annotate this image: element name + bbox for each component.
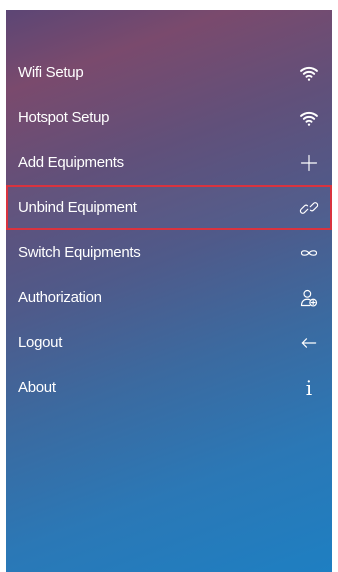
menu-item-add-equipments[interactable]: Add Equipments (6, 140, 332, 185)
arrow-left-icon (298, 332, 320, 354)
menu-item-unbind-equipment[interactable]: Unbind Equipment (6, 185, 332, 230)
menu-item-label: Add Equipments (18, 154, 124, 171)
user-add-icon (298, 287, 320, 309)
unlink-icon (298, 197, 320, 219)
menu-item-switch-equipments[interactable]: Switch Equipments (6, 230, 332, 275)
side-menu-panel: Wifi Setup Hotspot Setup Add Equipments … (6, 10, 332, 572)
info-icon: i (305, 375, 313, 400)
wifi-icon (298, 62, 320, 84)
menu-item-hotspot-setup[interactable]: Hotspot Setup (6, 95, 332, 140)
menu-item-authorization[interactable]: Authorization (6, 275, 332, 320)
menu-item-label: Switch Equipments (18, 244, 141, 261)
menu-item-label: Logout (18, 334, 63, 351)
menu-item-wifi-setup[interactable]: Wifi Setup (6, 50, 332, 95)
menu-item-label: About (18, 379, 56, 396)
menu-item-logout[interactable]: Logout (6, 320, 332, 365)
menu-item-label: Wifi Setup (18, 64, 84, 81)
menu-item-label: Hotspot Setup (18, 109, 110, 126)
side-menu: Wifi Setup Hotspot Setup Add Equipments … (6, 50, 332, 410)
menu-item-label: Unbind Equipment (18, 199, 137, 216)
infinity-icon (298, 242, 320, 264)
wifi-icon (298, 107, 320, 129)
menu-item-about[interactable]: About i (6, 365, 332, 410)
plus-icon (298, 152, 320, 174)
menu-item-label: Authorization (18, 289, 102, 306)
